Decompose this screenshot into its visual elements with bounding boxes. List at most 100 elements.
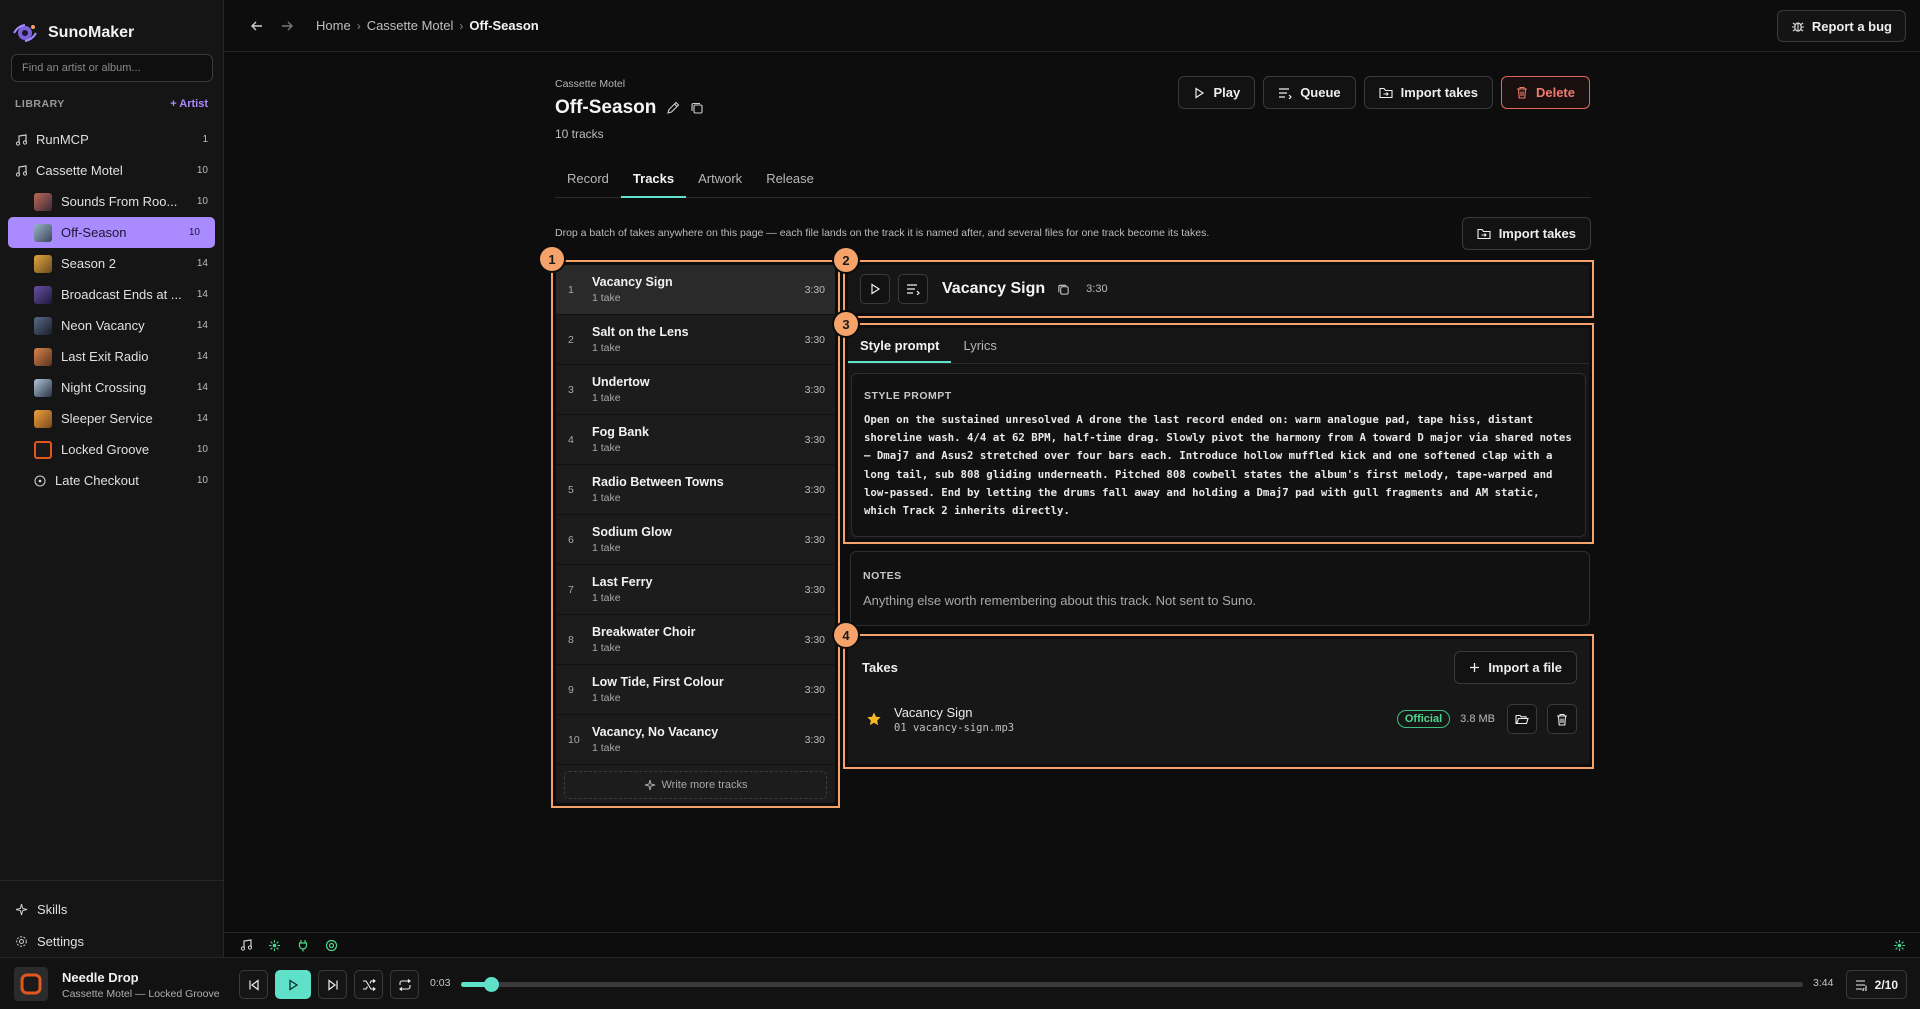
previous-button[interactable] <box>239 970 268 999</box>
now-playing-artwork[interactable] <box>14 967 48 1001</box>
delete-album-button[interactable]: Delete <box>1500 76 1590 109</box>
plug-icon[interactable] <box>297 939 309 952</box>
breadcrumb-home[interactable]: Home <box>316 18 351 33</box>
app-logo-icon <box>12 22 38 44</box>
queue-track-button[interactable] <box>898 274 928 304</box>
copy-track-title-button[interactable] <box>1057 283 1070 296</box>
track-number: 6 <box>568 533 574 546</box>
notes-box[interactable]: NOTES Anything else worth remembering ab… <box>850 551 1590 626</box>
back-button[interactable] <box>246 15 268 37</box>
artist-search-input[interactable] <box>11 54 213 82</box>
sidebar-item-runmcp[interactable]: RunMCP 1 <box>0 124 223 155</box>
trash-icon <box>1516 86 1527 99</box>
sidebar-item-settings[interactable]: Settings <box>0 925 223 957</box>
sidebar-item-last-exit-radio[interactable]: Last Exit Radio 14 <box>0 341 223 372</box>
track-row[interactable]: 1 Vacancy Sign 1 take 3:30 <box>556 265 835 315</box>
take-row[interactable]: Vacancy Sign 01 vacancy-sign.mp3 Officia… <box>860 699 1577 739</box>
track-row[interactable]: 8 Breakwater Choir 1 take 3:30 <box>556 615 835 665</box>
track-row[interactable]: 9 Low Tide, First Colour 1 take 3:30 <box>556 665 835 715</box>
brand[interactable]: SunoMaker <box>0 0 223 50</box>
track-row[interactable]: 4 Fog Bank 1 take 3:30 <box>556 415 835 465</box>
track-header: Vacancy Sign 3:30 <box>848 265 1589 313</box>
style-prompt-box[interactable]: STYLE PROMPT Open on the sustained unres… <box>851 373 1586 537</box>
next-button[interactable] <box>318 970 347 999</box>
music-note-icon <box>15 164 27 177</box>
skip-back-icon <box>248 978 259 991</box>
copy-title-button[interactable] <box>690 101 704 115</box>
style-prompt-panel: Style prompt Lyrics STYLE PROMPT Open on… <box>843 323 1594 544</box>
sidebar: SunoMaker LIBRARY + Artist RunMCP 1 Cass… <box>0 0 224 957</box>
play-album-button[interactable]: Play <box>1178 76 1256 109</box>
sidebar-item-skills[interactable]: Skills <box>0 893 223 925</box>
add-artist-button[interactable]: + Artist <box>170 98 208 110</box>
repeat-button[interactable] <box>390 970 419 999</box>
queue-label: Queue <box>1300 85 1341 100</box>
tab-style-prompt[interactable]: Style prompt <box>848 328 952 363</box>
track-take-count: 1 take <box>592 392 621 404</box>
tab-tracks[interactable]: Tracks <box>620 168 687 198</box>
album-thumbnail <box>34 409 52 428</box>
track-number: 5 <box>568 483 574 496</box>
queue-album-button[interactable]: Queue <box>1263 76 1356 109</box>
library-list: RunMCP 1 Cassette Motel 10 Sounds From R… <box>0 124 223 496</box>
breadcrumb: Home › Cassette Motel › Off-Season <box>316 18 539 33</box>
tab-lyrics[interactable]: Lyrics <box>951 328 1008 363</box>
open-folder-button[interactable] <box>1507 704 1537 734</box>
track-duration: 3:30 <box>804 733 825 746</box>
library-label: LIBRARY <box>15 98 65 110</box>
track-row[interactable]: 2 Salt on the Lens 1 take 3:30 <box>556 315 835 365</box>
breadcrumb-separator: › <box>459 18 464 33</box>
track-row[interactable]: 6 Sodium Glow 1 take 3:30 <box>556 515 835 565</box>
import-takes-button[interactable]: Import takes <box>1461 217 1591 250</box>
import-takes-header-button[interactable]: Import takes <box>1363 76 1493 109</box>
activity-icon[interactable] <box>1893 939 1906 952</box>
tab-record[interactable]: Record <box>555 168 621 198</box>
import-takes-label: Import takes <box>1400 85 1478 100</box>
track-duration: 3:30 <box>804 633 825 646</box>
album-thumbnail <box>34 316 52 335</box>
track-row[interactable]: 5 Radio Between Towns 1 take 3:30 <box>556 465 835 515</box>
sidebar-item-broadcast-ends[interactable]: Broadcast Ends at ... 14 <box>0 279 223 310</box>
take-name: Vacancy Sign <box>894 704 973 720</box>
track-number: 8 <box>568 633 574 646</box>
sidebar-item-sounds-from-roo[interactable]: Sounds From Roo... 10 <box>0 186 223 217</box>
breadcrumb-artist[interactable]: Cassette Motel <box>367 18 454 33</box>
track-take-count: 1 take <box>592 542 621 554</box>
track-row[interactable]: 3 Undertow 1 take 3:30 <box>556 365 835 415</box>
music-note-icon[interactable] <box>240 939 252 951</box>
target-icon[interactable] <box>325 939 338 952</box>
sidebar-item-neon-vacancy[interactable]: Neon Vacancy 14 <box>0 310 223 341</box>
progress-slider[interactable] <box>461 977 1803 992</box>
track-row[interactable]: 10 Vacancy, No Vacancy 1 take 3:30 <box>556 715 835 765</box>
play-pause-button[interactable] <box>275 970 311 999</box>
shuffle-button[interactable] <box>354 970 383 999</box>
sidebar-item-late-checkout[interactable]: Late Checkout 10 <box>0 465 223 496</box>
style-prompt-text[interactable]: Open on the sustained unresolved A drone… <box>864 411 1573 520</box>
star-icon[interactable] <box>866 711 882 727</box>
tab-artwork[interactable]: Artwork <box>686 168 754 198</box>
delete-take-button[interactable] <box>1547 704 1577 734</box>
sidebar-item-cassette-motel[interactable]: Cassette Motel 10 <box>0 155 223 186</box>
progress-handle[interactable] <box>483 977 499 992</box>
shuffle-icon <box>362 978 376 991</box>
report-bug-button[interactable]: Report a bug <box>1776 10 1906 42</box>
sidebar-item-off-season[interactable]: Off-Season 10 <box>8 217 215 248</box>
takes-title: Takes <box>862 659 898 675</box>
repeat-icon <box>398 978 411 991</box>
import-file-button[interactable]: Import a file <box>1454 650 1577 684</box>
sidebar-item-season-2[interactable]: Season 2 14 <box>0 248 223 279</box>
play-track-button[interactable] <box>860 274 890 304</box>
tab-release[interactable]: Release <box>754 168 826 198</box>
queue-button[interactable]: 2/10 <box>1845 970 1907 999</box>
sidebar-item-night-crossing[interactable]: Night Crossing 14 <box>0 372 223 403</box>
album-artist[interactable]: Cassette Motel <box>555 78 625 90</box>
track-row[interactable]: 7 Last Ferry 1 take 3:30 <box>556 565 835 615</box>
notes-input[interactable]: Anything else worth remembering about th… <box>863 593 1577 608</box>
edit-title-button[interactable] <box>666 101 680 115</box>
network-icon[interactable] <box>268 939 281 952</box>
sidebar-item-sleeper-service[interactable]: Sleeper Service 14 <box>0 403 223 434</box>
sidebar-item-locked-groove[interactable]: Locked Groove 10 <box>0 434 223 465</box>
write-more-tracks-button[interactable]: Write more tracks <box>564 771 827 799</box>
forward-button[interactable] <box>276 15 298 37</box>
track-name: Radio Between Towns <box>592 475 724 489</box>
